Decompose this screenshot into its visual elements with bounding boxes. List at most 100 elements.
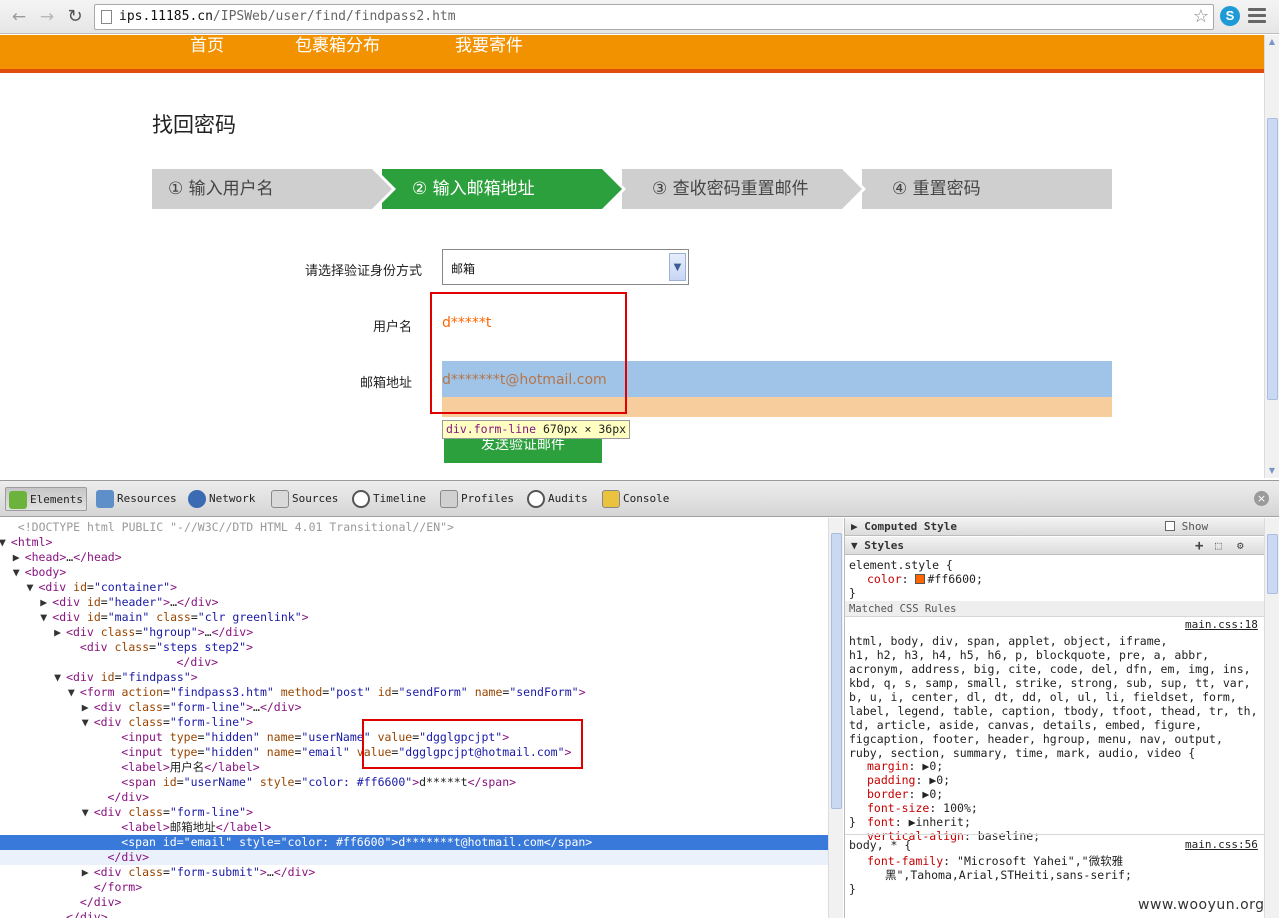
dom-tree[interactable]: <!DOCTYPE html PUBLIC "-//W3C//DTD HTML … <box>0 518 828 918</box>
sidebar-scroll-thumb[interactable] <box>1267 534 1278 594</box>
expand-triangle-icon[interactable]: ▼ <box>0 535 6 550</box>
dom-node-line[interactable]: ▼ <div id="main" class="clr greenlink"> <box>0 610 828 625</box>
scroll-down-icon[interactable]: ▼ <box>1265 464 1279 478</box>
dom-node-line[interactable]: <div class="steps step2"> <box>0 640 828 655</box>
back-arrow-icon[interactable]: ← <box>8 6 30 28</box>
expand-triangle-icon[interactable]: ▼ <box>82 715 89 730</box>
dom-node-line[interactable]: ▶ <head>…</head> <box>0 550 828 565</box>
main-css-56-link[interactable]: main.css:56 <box>1185 838 1258 852</box>
step-1: ① 输入用户名 <box>152 169 396 209</box>
forward-arrow-icon[interactable]: → <box>36 6 58 28</box>
expand-triangle-icon[interactable]: ▶ <box>82 865 89 880</box>
expand-triangle-icon[interactable]: ▼ <box>40 610 47 625</box>
tab-console-label: Console <box>623 492 670 505</box>
nav-send-parcel[interactable]: 我要寄件 <box>455 35 523 57</box>
expand-triangle-icon[interactable]: ▼ <box>27 580 34 595</box>
tab-elements-label: Elements <box>30 493 83 506</box>
annotation-box-dom <box>362 719 583 769</box>
tab-console[interactable]: Console <box>599 487 669 511</box>
dom-node-line[interactable]: ▼ <form action="findpass3.htm" method="po… <box>0 685 828 700</box>
css-prop-name: padding <box>867 773 916 787</box>
color-swatch[interactable] <box>915 574 926 584</box>
dom-node-line[interactable]: ▶ <div class="form-submit">…</div> <box>0 865 828 880</box>
expand-triangle-icon[interactable]: ▶ <box>13 550 20 565</box>
dom-node-line[interactable]: ▼ <body> <box>0 565 828 580</box>
dom-node-text: <!DOCTYPE html PUBLIC "-//W3C//DTD HTML … <box>17 520 454 534</box>
expand-triangle-icon[interactable]: ▼ <box>82 805 89 820</box>
expand-triangle-icon[interactable]: ▼ <box>13 565 20 580</box>
gear-icon[interactable]: ⚙ <box>1237 537 1244 555</box>
tab-audits[interactable]: Audits <box>524 487 588 511</box>
rule1-property[interactable]: margin: ▶0; <box>867 759 943 773</box>
dom-node-text: <span id="email" style="color: #ff6600">… <box>121 835 593 849</box>
dom-node-line[interactable]: </div> <box>0 895 828 910</box>
network-icon <box>188 490 206 508</box>
dom-node-line[interactable]: ▼ <div id="container"> <box>0 580 828 595</box>
dom-node-line[interactable]: </div> <box>0 790 828 805</box>
tab-timeline[interactable]: Timeline <box>349 487 426 511</box>
expand-triangle-icon[interactable]: ▶ <box>40 595 47 610</box>
rule1-close-brace: } <box>849 815 856 829</box>
sidebar-scrollbar[interactable] <box>1264 518 1279 918</box>
scroll-up-icon[interactable]: ▲ <box>1265 35 1279 49</box>
dom-node-line[interactable]: <span id="email" style="color: #ff6600">… <box>0 835 828 850</box>
chevron-down-icon[interactable]: ▼ <box>669 253 686 281</box>
computed-style-header[interactable]: ▶ Computed Style Show inherited <box>845 518 1264 551</box>
add-rule-icon[interactable]: + <box>1195 537 1203 555</box>
bookmark-star-icon[interactable]: ☆ <box>1193 5 1209 29</box>
page-scroll-thumb[interactable] <box>1267 118 1278 400</box>
tab-audits-label: Audits <box>548 492 588 505</box>
tab-sources[interactable]: Sources <box>268 487 338 511</box>
dom-node-line[interactable]: ▶ <div class="form-line">…</div> <box>0 700 828 715</box>
nav-parcel-locker-map[interactable]: 包裹箱分布 <box>295 35 380 57</box>
verify-method-select[interactable]: 邮箱 ▼ <box>442 249 689 285</box>
css-prop-value: 100%; <box>943 801 978 815</box>
devtools-close-icon[interactable]: × <box>1254 491 1269 506</box>
browser-menu-icon[interactable] <box>1248 8 1266 24</box>
tab-profiles[interactable]: Profiles <box>437 487 514 511</box>
dom-node-line[interactable]: </form> <box>0 880 828 895</box>
dom-node-line[interactable]: <label>邮箱地址</label> <box>0 820 828 835</box>
address-bar[interactable]: ips.11185.cn/IPSWeb/user/find/findpass2.… <box>94 4 1214 30</box>
dom-node-line[interactable]: <span id="userName" style="color: #ff660… <box>0 775 828 790</box>
skype-extension-icon[interactable]: S <box>1220 6 1240 26</box>
url-text[interactable]: ips.11185.cn/IPSWeb/user/find/findpass2.… <box>119 9 456 24</box>
close-brace: } <box>849 586 856 600</box>
styles-title: Styles <box>864 539 904 552</box>
expand-triangle-icon[interactable]: ▼ <box>68 685 75 700</box>
dom-node-text: <span id="userName" style="color: #ff660… <box>121 775 517 789</box>
rule1-property[interactable]: font-size: 100%; <box>867 801 978 815</box>
expand-triangle-icon[interactable]: ▼ <box>54 670 61 685</box>
expand-triangle-icon[interactable]: ▶ <box>82 700 89 715</box>
rule1-property[interactable]: font: ▶inherit; <box>867 815 971 829</box>
dom-node-line[interactable]: ▶ <div id="header">…</div> <box>0 595 828 610</box>
show-inherited-checkbox[interactable] <box>1165 521 1175 531</box>
dom-node-line[interactable]: </div> <box>0 850 828 865</box>
reload-icon[interactable]: ↻ <box>64 6 86 28</box>
rule2-font-family[interactable]: font-family: "Microsoft Yahei","微软雅 <box>867 854 1123 868</box>
tab-resources[interactable]: Resources <box>93 487 177 511</box>
nav-home[interactable]: 首页 <box>190 35 224 57</box>
dom-node-line[interactable]: ▼ <html> <box>0 535 828 550</box>
rule1-property[interactable]: padding: ▶0; <box>867 773 950 787</box>
dom-scroll-thumb[interactable] <box>831 533 842 809</box>
dom-scrollbar[interactable] <box>828 518 843 918</box>
tooltip-size: 670px × 36px <box>542 422 627 436</box>
dom-node-text: <div class="steps step2"> <box>79 640 254 654</box>
styles-header[interactable]: ▼ Styles + ⬚ ⚙ <box>845 537 1264 555</box>
dom-node-line[interactable]: ▼ <div class="form-line"> <box>0 805 828 820</box>
element-style-color[interactable]: color: #ff6600; <box>867 572 983 586</box>
tab-elements[interactable]: Elements <box>5 487 87 511</box>
rule1-selector-line: ruby, section, summary, time, mark, audi… <box>849 746 1196 760</box>
tab-network[interactable]: Network <box>185 487 255 511</box>
dom-node-line[interactable]: </div> <box>0 655 828 670</box>
element-state-icon[interactable]: ⬚ <box>1215 537 1222 555</box>
dom-node-line[interactable]: ▼ <div id="findpass"> <box>0 670 828 685</box>
rule1-property[interactable]: border: ▶0; <box>867 787 943 801</box>
main-css-18-link[interactable]: main.css:18 <box>1185 618 1258 632</box>
css-prop-value: ▶0; <box>929 773 951 787</box>
dom-node-line[interactable]: <!DOCTYPE html PUBLIC "-//W3C//DTD HTML … <box>0 520 828 535</box>
expand-triangle-icon[interactable]: ▶ <box>54 625 61 640</box>
page-scrollbar[interactable]: ▲ ▼ <box>1264 35 1279 478</box>
dom-node-line[interactable]: ▶ <div class="hgroup">…</div> <box>0 625 828 640</box>
